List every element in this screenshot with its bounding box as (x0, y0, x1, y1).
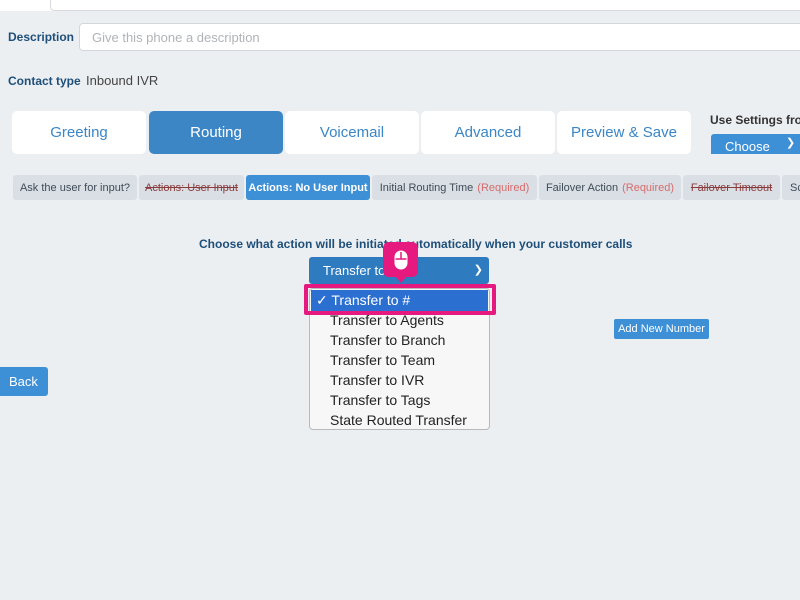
required-tag: (Required) (622, 181, 675, 194)
subtab-ask-user-input[interactable]: Ask the user for input? (13, 175, 137, 200)
tab-voicemail[interactable]: Voicemail (285, 111, 419, 154)
option-state-routed-transfer[interactable]: State Routed Transfer (330, 412, 467, 428)
subtab-label: Failover Timeout (690, 181, 773, 194)
subtab-label: Ask the user for input? (19, 181, 131, 194)
subtab-actions-user-input[interactable]: Actions: User Input (139, 175, 244, 200)
contact-type-label: Contact type (8, 74, 81, 88)
choose-label: Choose (725, 139, 770, 154)
tab-routing[interactable]: Routing (149, 111, 283, 154)
tab-greeting[interactable]: Greeting (12, 111, 146, 154)
tab-label: Voicemail (319, 124, 385, 141)
description-label: Description (8, 30, 75, 44)
option-transfer-to-team[interactable]: Transfer to Team (330, 352, 435, 368)
subtab-failover-action[interactable]: Failover Action (Required) (539, 175, 681, 200)
subtab-actions-no-user-input[interactable]: Actions: No User Input (246, 175, 370, 200)
routing-options-list: ✓ Transfer to # Transfer to Agents Trans… (309, 288, 490, 430)
option-transfer-to-tags[interactable]: Transfer to Tags (330, 392, 430, 408)
previous-field[interactable] (50, 0, 800, 11)
option-label: Transfer to # (331, 292, 411, 308)
tab-label: Greeting (50, 124, 108, 141)
tab-label: Routing (190, 124, 242, 141)
mouse-icon (383, 242, 418, 283)
option-transfer-to-branch[interactable]: Transfer to Branch (330, 332, 445, 348)
subtab-sc[interactable]: Sc (782, 175, 800, 200)
chevron-down-icon: ❯ (786, 137, 796, 149)
tab-advanced[interactable]: Advanced (421, 111, 555, 154)
use-settings-label: Use Settings from (710, 113, 800, 127)
tab-preview-save[interactable]: Preview & Save (557, 111, 691, 154)
option-transfer-to-number[interactable]: ✓ Transfer to # (311, 290, 488, 311)
tab-label: Preview & Save (571, 124, 677, 141)
contact-type-value: Inbound IVR (86, 73, 159, 88)
subtab-label: Initial Routing Time (379, 181, 474, 194)
subtab-label: Sc (790, 181, 800, 194)
subtab-label: Actions: No User Input (248, 181, 368, 194)
option-transfer-to-agents[interactable]: Transfer to Agents (330, 312, 444, 328)
description-input[interactable] (79, 23, 800, 51)
checkmark-icon: ✓ (316, 292, 332, 308)
subtab-label: Failover Action (545, 181, 619, 194)
option-transfer-to-ivr[interactable]: Transfer to IVR (330, 372, 424, 388)
add-new-number-button[interactable]: Add New Number (614, 319, 709, 339)
back-button[interactable]: Back (0, 367, 48, 396)
tab-label: Advanced (454, 124, 522, 141)
subtab-label: Actions: User Input (145, 181, 238, 194)
chevron-down-icon: ❯ (473, 264, 483, 276)
subtab-failover-timeout[interactable]: Failover Timeout (683, 175, 780, 200)
required-tag: (Required) (477, 181, 530, 194)
subtab-initial-routing-time[interactable]: Initial Routing Time (Required) (372, 175, 537, 200)
